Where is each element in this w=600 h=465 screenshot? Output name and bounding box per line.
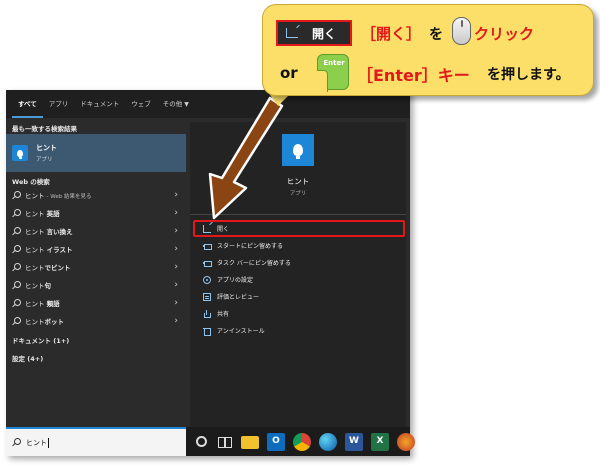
search-icon [12,262,21,272]
chrome-icon[interactable] [293,432,311,451]
file-explorer-icon[interactable] [241,436,259,449]
pin-icon [203,259,212,267]
rate-review-label: 評価とレビュー [217,294,260,301]
taskbar: O W X [186,427,415,456]
app-settings-action[interactable]: アプリの設定 [190,271,406,288]
chevron-right-icon: › [174,262,178,272]
web-result-label: ヒント 類語 [25,300,60,308]
web-result-label: ヒント イラスト [25,246,73,254]
chevron-right-icon: › [174,190,178,200]
web-result[interactable]: ヒント 類語 › [6,294,186,312]
search-icon [12,438,21,447]
task-view-icon[interactable] [215,433,233,451]
instruction-callout: 開く ［開く］ を クリック or Enter ［Enter］キー を押します。 [262,4,594,96]
search-icon [12,244,21,254]
tab-more-label: その他 [162,100,183,108]
best-match-type: アプリ [36,157,53,163]
rate-review-icon [203,292,211,301]
uninstall-action[interactable]: アンインストール [190,322,406,339]
uninstall-label: アンインストール [217,328,265,335]
open-button-sample-label: 開く [312,26,337,41]
search-icon [12,316,21,326]
search-icon [12,208,21,218]
tab-more[interactable]: その他 ▼ [157,90,195,118]
pin-to-taskbar-action[interactable]: タスク バーにピン留めする [190,254,406,271]
best-match-result[interactable]: ヒント アプリ [6,134,186,172]
pin-to-taskbar-label: タスク バーにピン留めする [217,260,291,267]
results-list: 最も一致する検索結果 ヒント アプリ Web の検索 ヒント - Web 結果を見… [6,118,186,427]
instruction-press-text: を押します。 [487,67,570,83]
web-result-label: ヒントでビント [25,264,71,272]
web-result[interactable]: ヒント イラスト › [6,240,186,258]
trash-icon [203,327,211,336]
web-result[interactable]: ヒントでビント › [6,258,186,276]
instruction-open-text: ［開く］ [361,25,422,43]
pointer-arrow [208,96,284,220]
share-label: 共有 [217,311,230,318]
share-icon [203,309,211,318]
best-match-heading: 最も一致する検索結果 [12,125,77,133]
web-result-label: ヒント - Web 結果を見る [25,192,92,200]
rate-review-action[interactable]: 評価とレビュー [190,288,406,305]
tips-app-icon [12,145,28,161]
text-cursor [48,437,49,448]
web-result-label: ヒント句 [25,282,51,290]
open-icon [286,28,298,38]
word-icon[interactable]: W [345,432,363,451]
search-input-value: ヒント [26,438,47,447]
instruction-enter-text: ［Enter］キー [357,66,470,85]
web-result[interactable]: ヒント - Web 結果を見る › [6,186,186,204]
enter-key-label: Enter [323,59,345,67]
web-result[interactable]: ヒント 言い換え › [6,222,186,240]
search-icon [12,190,21,200]
chevron-right-icon: › [174,298,178,308]
chevron-right-icon: › [174,280,178,290]
web-search-heading: Web の検索 [12,178,50,186]
search-icon [12,226,21,236]
pin-to-start-label: スタートにピン留めする [217,243,284,250]
cortana-icon[interactable] [196,436,207,447]
gear-icon [203,275,211,284]
settings-group[interactable]: 設定 (4+) [6,353,43,363]
search-input[interactable]: ヒント [6,427,186,456]
word-letter: W [349,435,359,446]
chevron-right-icon: › [174,226,178,236]
tab-documents[interactable]: ドキュメント [74,90,125,118]
chevron-right-icon: › [174,316,178,326]
mouse-icon [452,17,471,45]
tab-apps[interactable]: アプリ [43,90,75,118]
excel-letter: X [376,435,384,446]
tab-web[interactable]: ウェブ [125,90,157,118]
tab-all[interactable]: すべて [12,90,43,118]
edge-icon[interactable] [319,432,337,451]
open-button-sample: 開く [276,20,352,46]
chevron-right-icon: › [174,244,178,254]
enter-key-icon: Enter [317,54,349,92]
share-action[interactable]: 共有 [190,305,406,322]
instruction-click-text: クリック [474,25,535,43]
search-icon [12,298,21,308]
web-result-label: ヒント 英語 [25,210,60,218]
excel-icon[interactable]: X [371,432,389,451]
outlook-icon[interactable]: O [267,432,285,451]
pin-icon [203,242,212,250]
web-result[interactable]: ヒント 英語 › [6,204,186,222]
outlook-letter: O [272,435,280,446]
chevron-down-icon: ▼ [184,101,189,108]
app-settings-label: アプリの設定 [217,277,254,284]
web-result-label: ヒントボット [25,318,64,326]
app-icon[interactable] [397,432,415,451]
pin-to-start-action[interactable]: スタートにピン留めする [190,237,406,254]
documents-group[interactable]: ドキュメント (1+) [6,335,69,345]
chevron-right-icon: › [174,208,178,218]
best-match-name: ヒント [36,144,57,152]
instruction-particle: を [429,27,443,43]
web-result-label: ヒント 言い換え [25,228,73,236]
instruction-or: or [280,64,298,82]
search-icon [12,280,21,290]
web-result[interactable]: ヒントボット › [6,312,186,330]
web-result[interactable]: ヒント句 › [6,276,186,294]
